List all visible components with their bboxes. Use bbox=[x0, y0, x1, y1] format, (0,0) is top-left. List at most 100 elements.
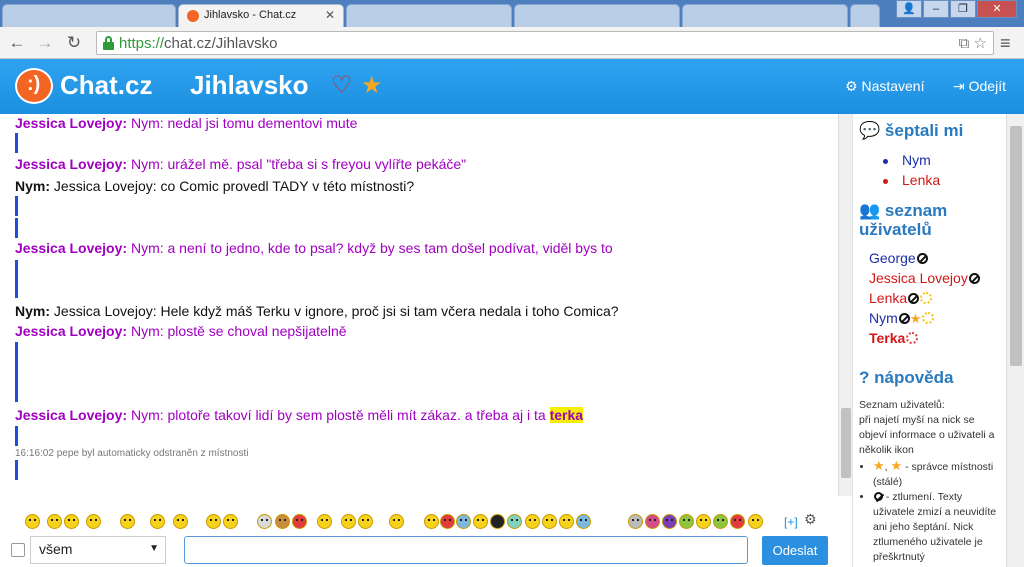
smiley-icon[interactable] bbox=[440, 514, 455, 529]
smiley-icon[interactable] bbox=[150, 514, 165, 529]
smiley-icon[interactable] bbox=[317, 514, 332, 529]
smiley-icon[interactable] bbox=[490, 514, 505, 529]
browser-tab[interactable] bbox=[346, 4, 512, 27]
tab-close-icon[interactable]: ✕ bbox=[325, 8, 335, 22]
smiley-icon[interactable] bbox=[223, 514, 238, 529]
chat-scrollbar[interactable] bbox=[838, 114, 852, 496]
smiley-icon[interactable] bbox=[389, 514, 404, 529]
room-title: Jihlavsko bbox=[190, 70, 309, 100]
message-separator bbox=[15, 133, 18, 153]
chat-message: Nym: Jessica Lovejoy: Hele když máš Terk… bbox=[15, 303, 619, 319]
more-emoticons-button[interactable]: [+] bbox=[784, 515, 798, 529]
smiley-icon[interactable] bbox=[206, 514, 221, 529]
chat-logo-icon[interactable]: :) bbox=[15, 68, 53, 104]
message-separator bbox=[15, 218, 18, 238]
smiley-icon[interactable] bbox=[473, 514, 488, 529]
sidebar-scrollbar[interactable] bbox=[1006, 114, 1024, 567]
recipient-select[interactable]: všem ▼ bbox=[30, 536, 166, 564]
smiley-icon[interactable] bbox=[456, 514, 471, 529]
smiley-icon[interactable] bbox=[292, 514, 307, 529]
whisper-user[interactable]: Lenka bbox=[883, 172, 940, 188]
mute-icon[interactable] bbox=[898, 313, 910, 324]
user-lenka[interactable]: Lenka bbox=[869, 290, 933, 306]
favorite-heart-icon[interactable]: ♡ bbox=[331, 71, 353, 100]
browser-tab[interactable] bbox=[2, 4, 176, 27]
gear-icon[interactable]: ⚙ bbox=[804, 511, 817, 528]
minimize-icon[interactable]: – bbox=[923, 0, 949, 18]
chat-messages: Jessica Lovejoy: Nym: nedal jsi tomu dem… bbox=[0, 114, 838, 496]
smiley-icon[interactable] bbox=[730, 514, 745, 529]
reload-icon[interactable]: ↻ bbox=[63, 32, 85, 54]
smiley-icon[interactable] bbox=[645, 514, 660, 529]
send-button[interactable]: Odeslat bbox=[762, 536, 828, 565]
smiley-icon[interactable] bbox=[748, 514, 763, 529]
help-text: Seznam uživatelů: při najetí myší na nic… bbox=[859, 398, 1005, 565]
message-separator bbox=[15, 260, 18, 298]
smiley-icon[interactable] bbox=[559, 514, 574, 529]
restore-icon[interactable]: ❐ bbox=[950, 0, 976, 18]
address-bar[interactable]: https://chat.cz/Jihlavsko ⧉ ☆ bbox=[96, 31, 994, 55]
smiley-icon[interactable] bbox=[542, 514, 557, 529]
browser-tab[interactable] bbox=[682, 4, 848, 27]
star-icon: ★ bbox=[361, 72, 383, 99]
message-separator bbox=[15, 426, 18, 446]
smiley-icon[interactable] bbox=[358, 514, 373, 529]
settings-link[interactable]: ⚙ Nastavení bbox=[845, 78, 925, 95]
browser-tab[interactable] bbox=[514, 4, 680, 27]
admin-star-icon: ★ bbox=[909, 311, 922, 326]
whisper-user[interactable]: Nym bbox=[883, 152, 931, 168]
smiley-icon[interactable] bbox=[576, 514, 591, 529]
window-close-icon[interactable]: ✕ bbox=[977, 0, 1017, 18]
browser-tab-active[interactable]: Jihlavsko - Chat.cz ✕ bbox=[178, 4, 344, 27]
bullet-icon bbox=[883, 178, 888, 184]
user-icon[interactable]: 👤 bbox=[896, 0, 922, 18]
chat-message: Jessica Lovejoy: Nym: plotoře takoví lid… bbox=[15, 407, 584, 423]
smiley-icon[interactable] bbox=[47, 514, 62, 529]
smiley-icon[interactable] bbox=[696, 514, 711, 529]
logout-icon: ⇥ bbox=[953, 78, 969, 94]
mute-icon[interactable] bbox=[968, 273, 980, 284]
tab-title: Jihlavsko - Chat.cz bbox=[204, 9, 297, 21]
chat-message: Jessica Lovejoy: Nym: nedal jsi tomu dem… bbox=[15, 115, 358, 131]
smiley-icon[interactable] bbox=[86, 514, 101, 529]
sidebar: 💬 šeptali mi Nym Lenka 👥 seznam uživatel… bbox=[852, 114, 1006, 567]
smiley-icon[interactable] bbox=[713, 514, 728, 529]
new-tab-button[interactable] bbox=[850, 4, 880, 27]
smiley-icon[interactable] bbox=[341, 514, 356, 529]
star-icon: ★ bbox=[873, 458, 885, 473]
forward-arrow-icon[interactable]: → bbox=[34, 32, 56, 54]
smiley-icon[interactable] bbox=[628, 514, 643, 529]
smiley-icon[interactable] bbox=[507, 514, 522, 529]
smiley-icon[interactable] bbox=[64, 514, 79, 529]
logout-link[interactable]: ⇥ Odejít bbox=[953, 78, 1006, 95]
smiley-icon[interactable] bbox=[424, 514, 439, 529]
highlighted-nick: terka bbox=[549, 407, 584, 423]
mute-icon[interactable] bbox=[916, 253, 928, 264]
logo-text[interactable]: Chat.cz bbox=[60, 70, 152, 101]
private-checkbox[interactable] bbox=[11, 543, 25, 557]
bullet-icon bbox=[883, 158, 888, 164]
help-heading: ? nápověda bbox=[859, 368, 954, 387]
bookmark-star-icon[interactable]: ☆ bbox=[974, 35, 987, 52]
composer: všem ▼ Odeslat bbox=[0, 534, 852, 567]
chat-message: Jessica Lovejoy: Nym: plostě se choval n… bbox=[15, 323, 347, 339]
whispers-heading: 💬 šeptali mi bbox=[859, 121, 964, 140]
user-terka[interactable]: Terka bbox=[869, 330, 919, 346]
lock-icon bbox=[102, 36, 115, 50]
user-jessica[interactable]: Jessica Lovejoy bbox=[869, 270, 980, 286]
smiley-icon[interactable] bbox=[525, 514, 540, 529]
flag-icon[interactable] bbox=[257, 514, 272, 529]
smiley-icon[interactable] bbox=[173, 514, 188, 529]
smiley-icon[interactable] bbox=[679, 514, 694, 529]
burger-icon[interactable] bbox=[275, 514, 290, 529]
browser-menu-icon[interactable]: ≡ bbox=[1000, 33, 1011, 54]
smiley-icon[interactable] bbox=[120, 514, 135, 529]
back-arrow-icon[interactable]: ← bbox=[6, 32, 28, 54]
mute-icon[interactable] bbox=[908, 293, 920, 304]
user-george[interactable]: George bbox=[869, 250, 928, 266]
translate-icon[interactable]: ⧉ ☆ bbox=[959, 34, 987, 52]
message-input[interactable] bbox=[184, 536, 748, 564]
user-nym[interactable]: Nym ★ bbox=[869, 310, 935, 327]
smiley-icon[interactable] bbox=[662, 514, 677, 529]
smiley-icon[interactable] bbox=[25, 514, 40, 529]
